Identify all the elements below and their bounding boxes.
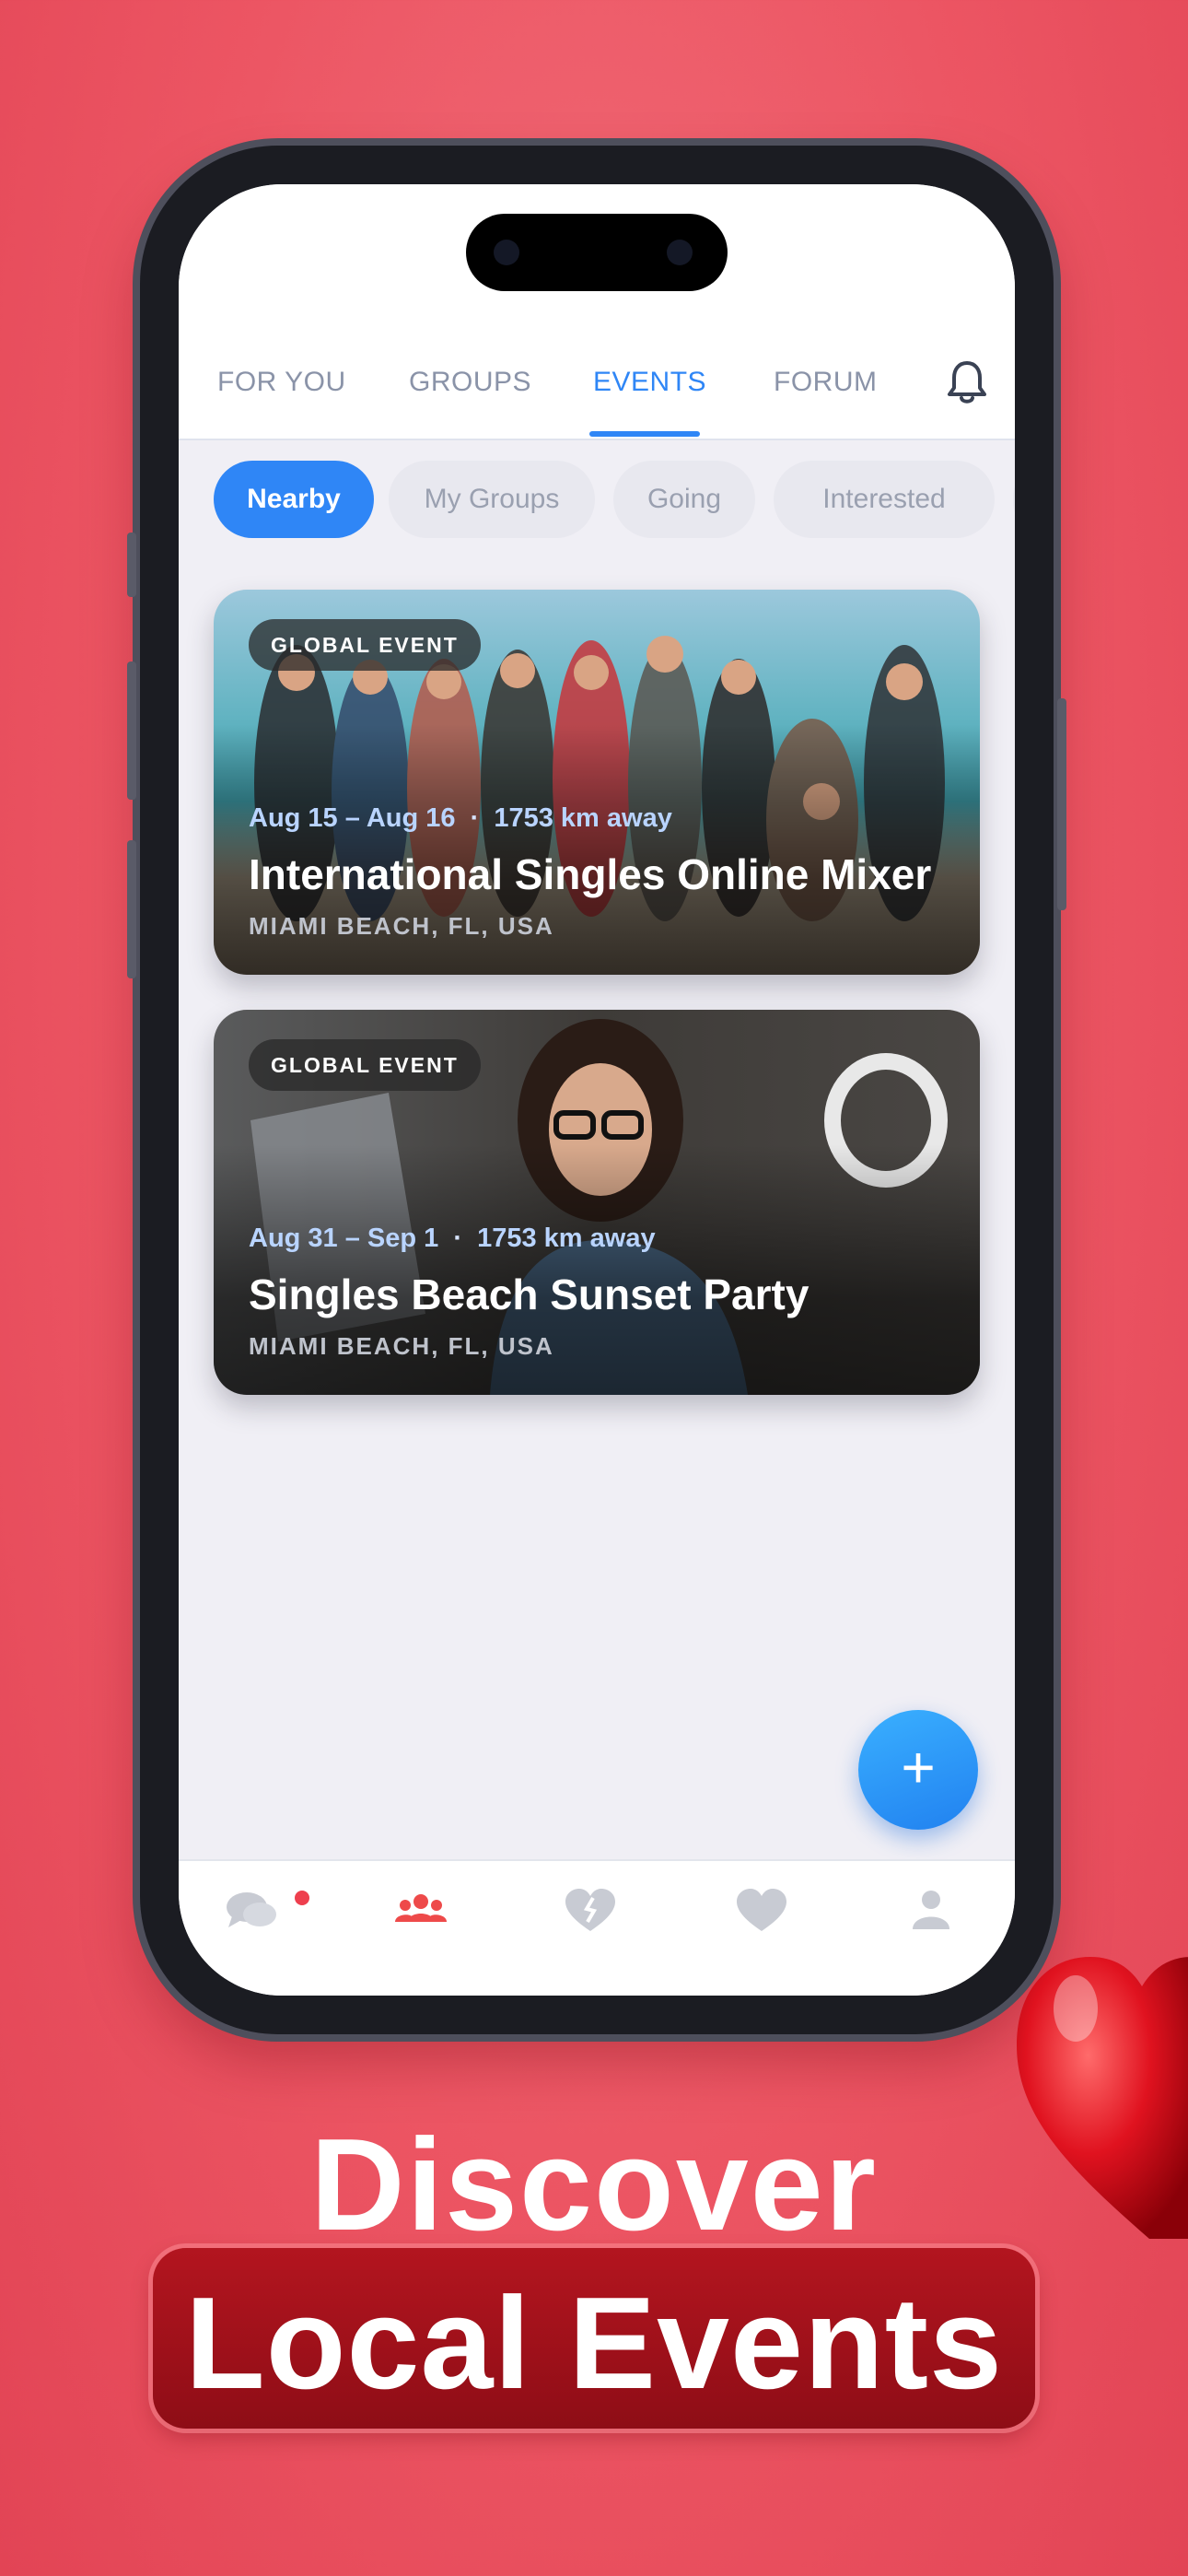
heart-icon[interactable]: [733, 1885, 790, 1937]
chat-bubbles-icon[interactable]: [223, 1885, 280, 1937]
event-location: MIAMI BEACH, FL, USA: [249, 912, 554, 940]
promo-heading-line2: Local Events: [185, 2270, 1003, 2417]
event-distance: 1753 km away: [477, 1224, 656, 1253]
event-dates: Aug 31 – Sep 1: [249, 1224, 439, 1253]
bottom-navigation: [179, 1859, 1015, 1996]
side-button: [127, 533, 136, 597]
phone-frame: FOR YOU GROUPS EVENTS FORUM Nearby My Gr…: [127, 146, 1066, 2034]
event-card[interactable]: GLOBAL EVENT Aug 15 – Aug 16 · 1753 km a…: [214, 590, 980, 975]
meta-separator: ·: [470, 803, 480, 833]
camera-icon: [667, 240, 693, 265]
top-bar: FOR YOU GROUPS EVENTS FORUM: [179, 184, 1015, 440]
tab-for-you[interactable]: FOR YOU: [217, 367, 346, 398]
event-title: Singles Beach Sunset Party: [249, 1270, 809, 1318]
notification-dot: [295, 1891, 309, 1905]
add-event-button[interactable]: +: [858, 1710, 978, 1830]
tab-events[interactable]: EVENTS: [593, 367, 706, 398]
tab-forum[interactable]: FORUM: [774, 367, 877, 398]
event-card[interactable]: GLOBAL EVENT Aug 31 – Sep 1 · 1753 km aw…: [214, 1010, 980, 1395]
event-location: MIAMI BEACH, FL, USA: [249, 1332, 554, 1360]
camera-icon: [494, 240, 519, 265]
side-button: [127, 662, 136, 800]
event-meta: Aug 15 – Aug 16 · 1753 km away: [249, 803, 672, 834]
global-event-badge: GLOBAL EVENT: [249, 1039, 481, 1091]
chip-interested[interactable]: Interested: [774, 461, 995, 538]
chip-nearby[interactable]: Nearby: [214, 461, 374, 538]
profile-icon[interactable]: [903, 1885, 960, 1937]
bell-icon[interactable]: [947, 359, 987, 405]
chip-going[interactable]: Going: [613, 461, 755, 538]
chip-more[interactable]: [1013, 461, 1015, 538]
broken-heart-icon[interactable]: [562, 1885, 619, 1937]
event-title: International Singles Online Mixer: [249, 850, 932, 898]
dynamic-island: [466, 214, 728, 291]
active-tab-indicator: [589, 431, 700, 437]
event-dates: Aug 15 – Aug 16: [249, 803, 456, 833]
filter-chips: Nearby My Groups Going Interested: [179, 461, 1015, 542]
app-screen: FOR YOU GROUPS EVENTS FORUM Nearby My Gr…: [179, 184, 1015, 1996]
promo-heading-line1: Discover: [310, 2112, 878, 2258]
side-button: [1057, 698, 1066, 910]
side-button: [127, 840, 136, 978]
groups-icon[interactable]: [392, 1885, 449, 1937]
meta-separator: ·: [453, 1224, 463, 1253]
tab-groups[interactable]: GROUPS: [409, 367, 531, 398]
global-event-badge: GLOBAL EVENT: [249, 619, 481, 671]
event-distance: 1753 km away: [494, 803, 672, 833]
event-meta: Aug 31 – Sep 1 · 1753 km away: [249, 1224, 656, 1254]
chip-my-groups[interactable]: My Groups: [389, 461, 595, 538]
